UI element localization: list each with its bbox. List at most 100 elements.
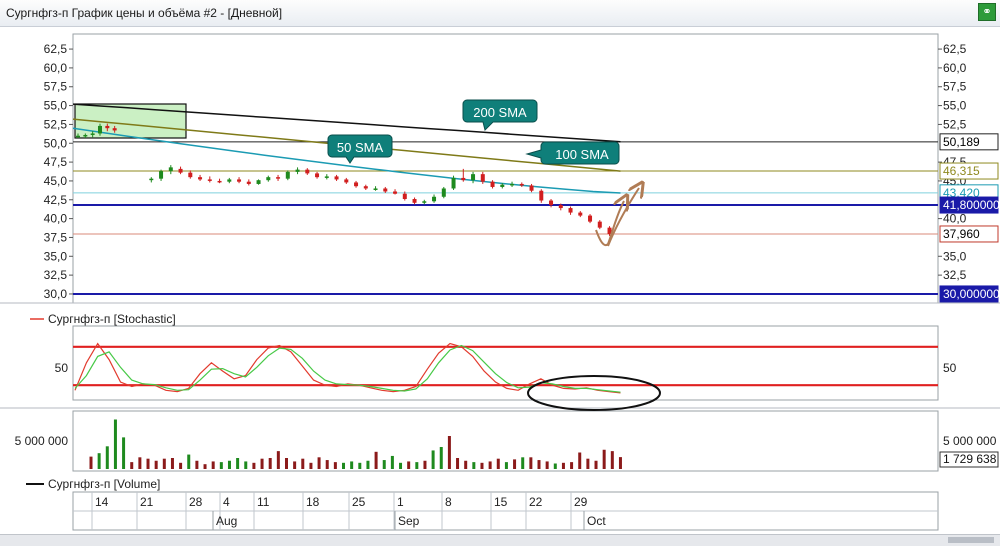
svg-text:200 SMA: 200 SMA: [473, 105, 527, 120]
volume-bar: [154, 460, 158, 469]
candle-body: [266, 177, 271, 181]
link-icon[interactable]: ⚭: [978, 3, 996, 21]
left-tick-label: 30,0: [44, 287, 68, 301]
volume-bar: [187, 454, 191, 469]
scrollbar-thumb[interactable]: [948, 537, 994, 543]
day-label: 11: [257, 495, 270, 509]
volume-bar: [366, 460, 370, 469]
left-tick-label: 60,0: [44, 61, 68, 75]
volume-bar: [130, 462, 134, 469]
candle-body: [305, 169, 310, 174]
volume-bar: [105, 446, 109, 469]
left-tick-label: 55,0: [44, 99, 68, 113]
candle-body: [412, 199, 417, 203]
candle-body: [588, 215, 593, 222]
horizontal-scrollbar[interactable]: [0, 534, 1000, 546]
left-tick-label: 37,5: [44, 230, 68, 244]
candle-body: [597, 221, 602, 228]
candle-body: [432, 196, 437, 202]
candle-body: [188, 172, 193, 178]
right-tick-label: 57,5: [943, 80, 967, 94]
volume-bar: [170, 458, 174, 469]
day-label: 14: [95, 495, 109, 509]
volume-bar: [179, 462, 183, 469]
volume-bar: [97, 453, 101, 469]
candle-body: [217, 180, 222, 183]
candle-body: [354, 182, 359, 187]
volume-bar: [113, 419, 117, 469]
candle-body: [471, 174, 476, 181]
callout-100-sma: 100 SMA: [525, 141, 620, 165]
volume-bar: [602, 449, 606, 469]
volume-last-value: 1 729 638: [943, 452, 997, 466]
volume-bar: [472, 462, 476, 469]
candle-body: [480, 174, 485, 182]
day-label: 4: [223, 495, 230, 509]
volume-left-tick: 5 000 000: [15, 434, 69, 448]
volume-bar: [342, 462, 346, 469]
volume-bar: [301, 458, 305, 469]
volume-bar: [496, 458, 500, 469]
volume-bar: [594, 460, 598, 469]
volume-bar: [195, 460, 199, 469]
price-label-text: 37,960: [943, 227, 980, 241]
volume-right-tick: 5 000 000: [943, 434, 997, 448]
price-label-text: 30,000000: [943, 287, 1000, 301]
stochastic-pane[interactable]: [72, 325, 939, 401]
volume-legend: Сургнфгз-п [Volume]: [26, 477, 160, 491]
left-tick-label: 57,5: [44, 80, 68, 94]
volume-bar: [333, 462, 337, 469]
volume-bar: [399, 462, 403, 469]
price-label-text: 50,189: [943, 135, 980, 149]
stoch-left-tick: 50: [55, 361, 69, 375]
candle-body: [256, 180, 261, 184]
stochastic-legend: Сургнфгз-п [Stochastic]: [30, 312, 176, 326]
volume-bar: [423, 460, 427, 469]
left-tick-label: 35,0: [44, 249, 68, 263]
left-tick-label: 52,5: [44, 117, 68, 131]
day-label: 15: [494, 495, 508, 509]
volume-bar: [513, 459, 517, 469]
volume-bar: [447, 436, 451, 469]
volume-bar: [610, 451, 614, 469]
candle-body: [105, 125, 110, 129]
volume-bar: [268, 458, 272, 469]
volume-bar: [456, 458, 460, 469]
volume-bar: [358, 462, 362, 469]
volume-bar: [236, 458, 240, 469]
candle-body: [529, 185, 534, 191]
day-label: 29: [574, 495, 588, 509]
candle-body: [324, 176, 329, 178]
price-pane[interactable]: [72, 33, 939, 304]
volume-bar: [537, 460, 541, 469]
right-tick-label: 62,5: [943, 42, 967, 56]
day-label: 28: [189, 495, 203, 509]
candle-body: [510, 183, 515, 186]
price-axis-left: 62,5 60,0 57,5 55,0 52,5 50,0 47,5 45,0 42,5 40,0…: [44, 42, 73, 301]
right-tick-label: 60,0: [943, 61, 967, 75]
volume-bar: [407, 461, 411, 469]
left-tick-label: 32,5: [44, 268, 68, 282]
volume-bar: [545, 461, 549, 469]
chart-canvas[interactable]: 62,5 60,0 57,5 55,0 52,5 50,0 47,5 45,0 42,5 40,0…: [0, 26, 1000, 534]
day-label: 25: [352, 495, 366, 509]
window-title: Сургнфгз-п График цены и объёма #2 - [Дн…: [6, 6, 283, 20]
right-tick-label: 55,0: [943, 99, 967, 113]
candle-body: [112, 128, 117, 131]
volume-bar: [415, 462, 419, 469]
volume-bar: [439, 447, 443, 469]
right-tick-label: 35,0: [943, 249, 967, 263]
candle-body: [383, 188, 388, 192]
svg-text:Сургнфгз-п [Volume]: Сургнфгз-п [Volume]: [48, 477, 160, 491]
volume-pane[interactable]: [72, 410, 939, 472]
candle-body: [83, 134, 88, 137]
volume-bar: [480, 462, 484, 469]
volume-bar: [89, 456, 93, 469]
right-tick-label: 52,5: [943, 117, 967, 131]
volume-bar: [276, 451, 280, 469]
price-axis-right: 62,560,057,555,052,547,545,040,035,032,5: [938, 42, 967, 282]
left-tick-label: 50,0: [44, 136, 68, 150]
chart-window: Сургнфгз-п График цены и объёма #2 - [Дн…: [0, 0, 1000, 546]
candle-body: [558, 205, 563, 209]
candle-body: [276, 177, 281, 179]
